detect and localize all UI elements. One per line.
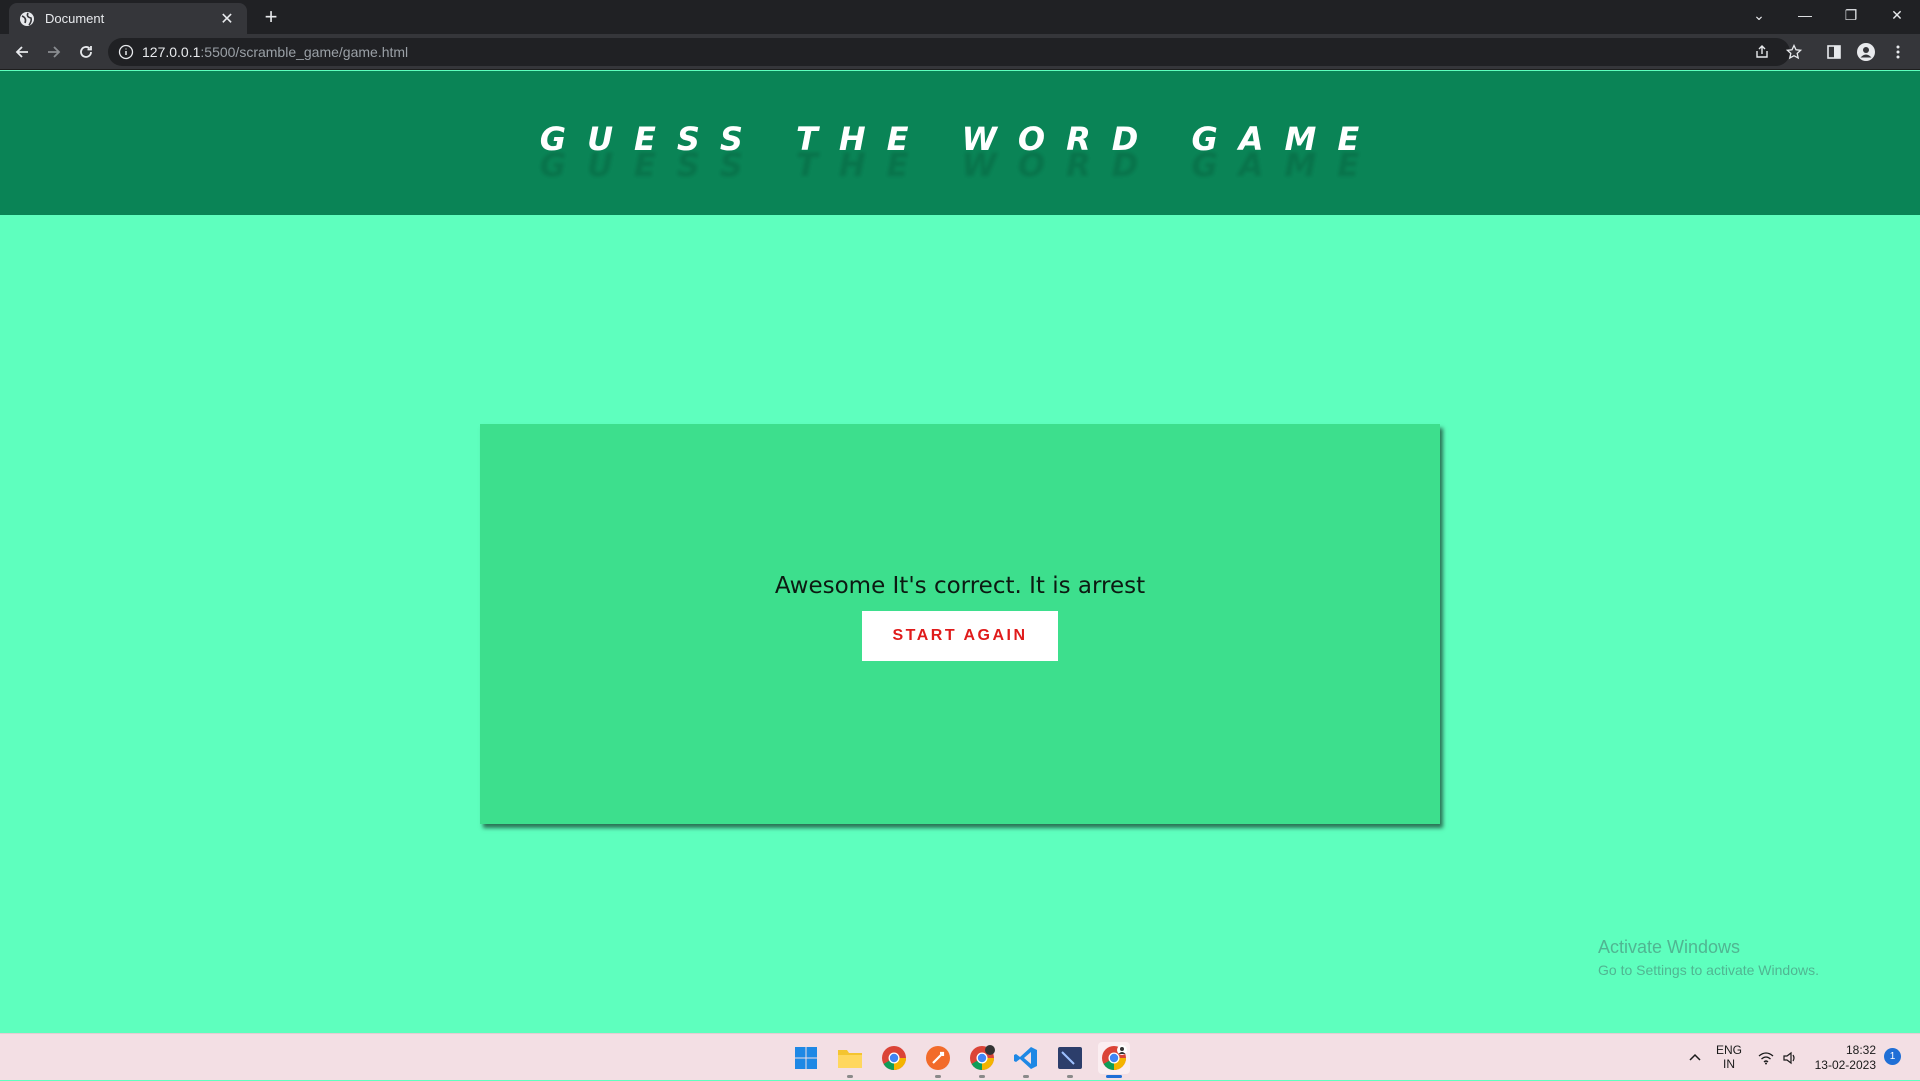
watermark-subtitle: Go to Settings to activate Windows. [1598,962,1819,978]
arrow-right-icon [48,46,61,58]
page-viewport: GUESS THE WORD GAME Awesome It's correct… [0,71,1920,1033]
running-indicator [1067,1075,1073,1078]
tray-overflow-icon[interactable] [1688,1034,1702,1081]
start-icon[interactable] [790,1042,822,1074]
arrow-left-icon [15,46,28,58]
start-again-button[interactable]: START AGAIN [862,611,1058,661]
notification-badge[interactable]: 1 [1884,1048,1901,1065]
wifi-icon[interactable] [1758,1034,1774,1081]
bookmark-star-icon[interactable] [1780,38,1808,66]
chrome-icon[interactable] [878,1042,910,1074]
page-title: GUESS THE WORD GAME [539,120,1381,158]
close-window-button[interactable]: ✕ [1874,0,1920,30]
system-clock[interactable]: 18:32 13-02-2023 [1812,1043,1876,1073]
profile-avatar-icon[interactable] [1852,38,1880,66]
watermark-title: Activate Windows [1598,937,1741,957]
menu-kebab-icon[interactable] [1884,38,1912,66]
result-message: Awesome It's correct. It is arrest [774,573,1146,599]
clock-date: 13-02-2023 [1814,1058,1876,1072]
url-host: 127.0.0.1 [142,44,201,60]
side-panel-icon[interactable] [1820,38,1848,66]
new-tab-button[interactable]: + [258,4,284,30]
tab-close-icon[interactable]: ✕ [217,9,237,29]
browser-toolbar: 127.0.0.1:5500/scramble_game/game.html [0,34,1920,70]
chrome-profile-icon[interactable] [1098,1042,1130,1078]
brave-icon[interactable] [922,1042,954,1078]
reload-icon [80,46,92,58]
url-path: :5500/scramble_game/game.html [200,44,409,60]
language-indicator[interactable]: ENG IN [1716,1043,1742,1071]
windows-taskbar: ENG IN 18:32 13-02-2023 1 [0,1033,1920,1080]
share-icon[interactable] [1748,38,1776,66]
forward-button[interactable] [40,38,68,66]
active-indicator [1106,1075,1122,1078]
game-header: GUESS THE WORD GAME [0,71,1920,215]
game-card: Awesome It's correct. It is arrest START… [480,424,1440,824]
tab-title: Document [45,11,105,26]
browser-tab[interactable]: Document ✕ [9,3,247,34]
chrome-dev-icon[interactable] [966,1042,998,1078]
address-bar[interactable]: 127.0.0.1:5500/scramble_game/game.html [108,38,1790,66]
running-indicator [979,1075,985,1078]
vscode-icon[interactable] [1010,1042,1042,1078]
terminal-icon[interactable] [1054,1042,1086,1078]
back-button[interactable] [8,38,36,66]
restore-button[interactable]: ❐ [1828,0,1874,30]
minimize-button[interactable]: — [1782,0,1828,30]
url-text: 127.0.0.1:5500/scramble_game/game.html [142,44,408,60]
info-icon[interactable] [118,44,134,60]
globe-icon [20,11,34,26]
volume-icon[interactable] [1782,1034,1798,1081]
running-indicator [847,1075,853,1078]
tab-search-icon[interactable]: ⌄ [1736,0,1782,30]
clock-time: 18:32 [1845,1043,1876,1057]
running-indicator [1023,1075,1029,1078]
region-code: IN [1723,1057,1735,1071]
browser-tab-bar: Document ✕ + ⌄ — ❐ ✕ [0,0,1920,34]
activation-watermark: Activate Windows Go to Settings to activ… [1598,937,1819,978]
language-code: ENG [1716,1043,1743,1057]
reload-button[interactable] [72,38,100,66]
running-indicator [935,1075,941,1078]
file-explorer-icon[interactable] [834,1042,866,1078]
